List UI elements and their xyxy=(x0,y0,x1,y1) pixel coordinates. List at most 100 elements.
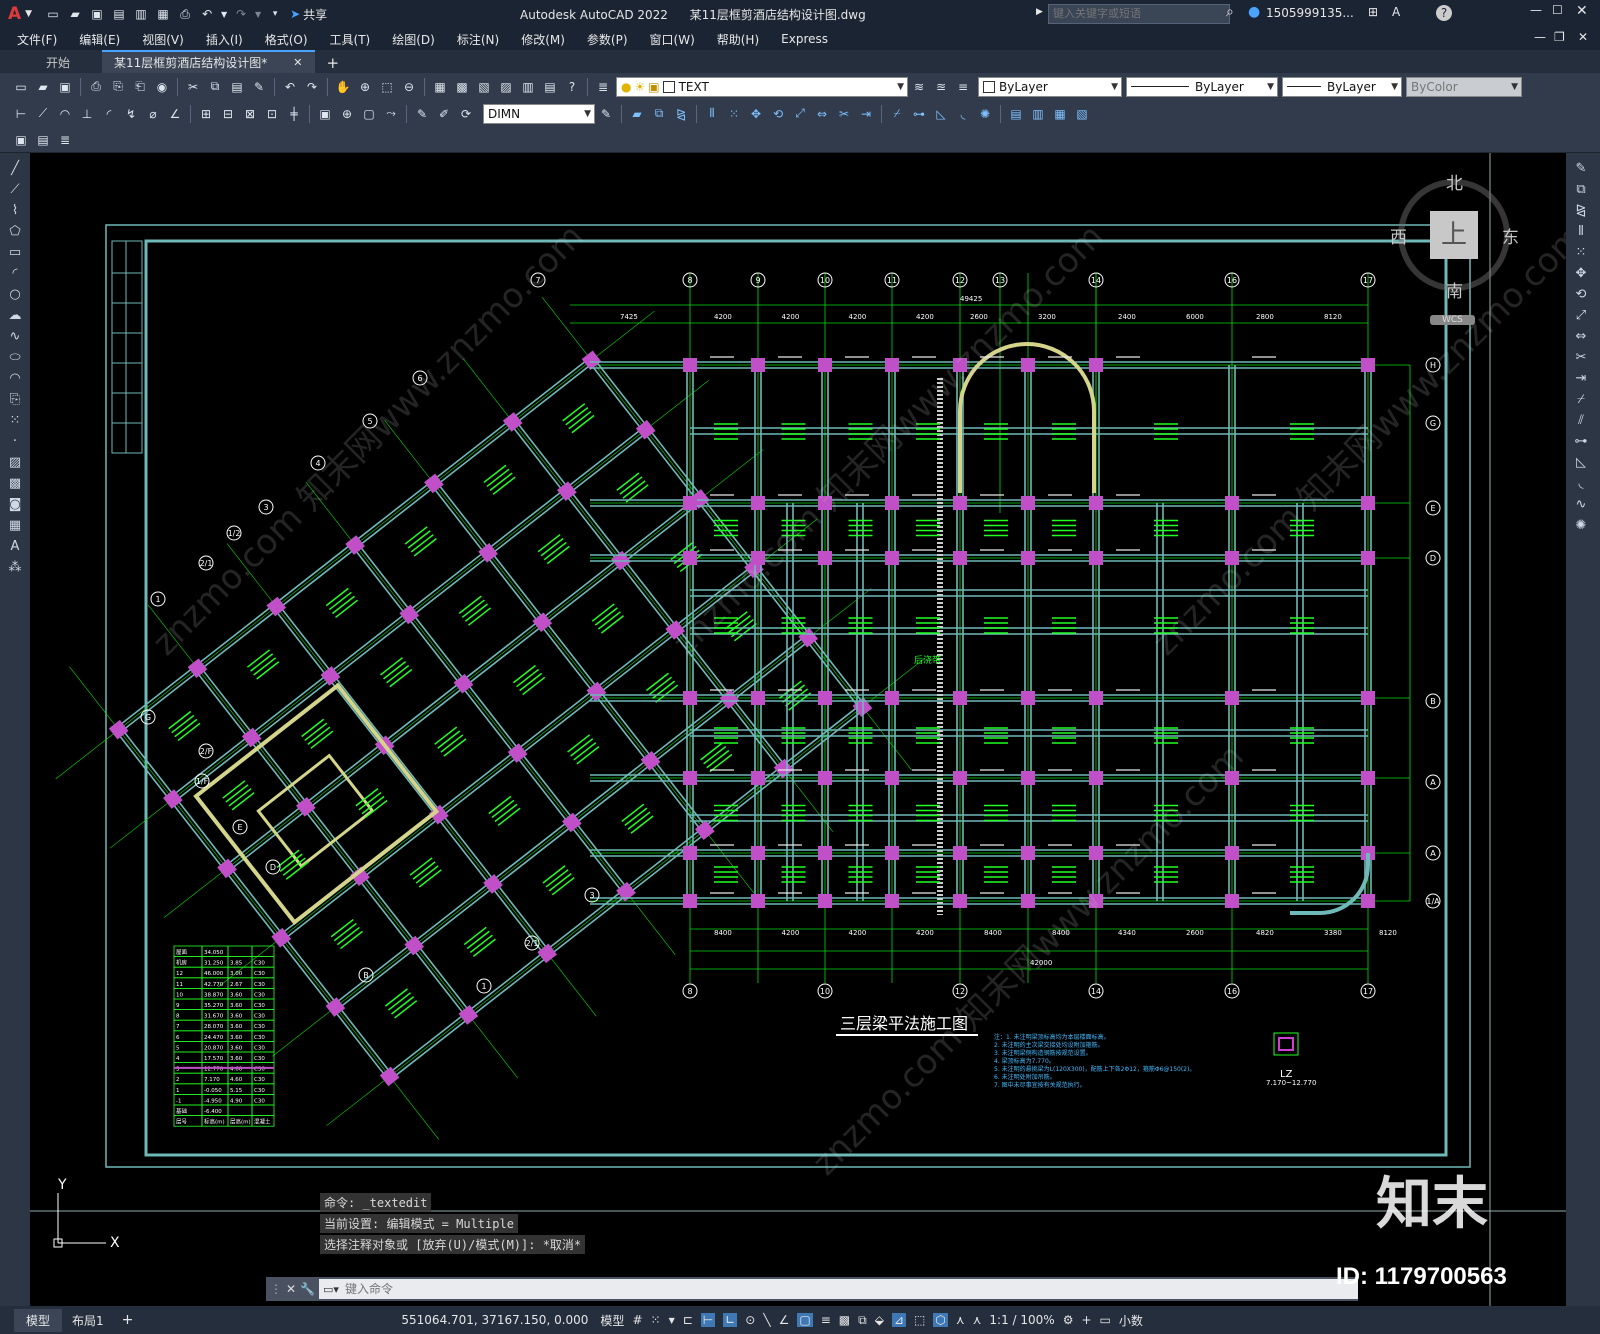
color-dropdown[interactable]: ByLayer ▼ xyxy=(978,76,1122,97)
scale-icon[interactable]: ⤢ xyxy=(790,104,810,124)
wcs-menu[interactable]: WCS xyxy=(1430,315,1475,325)
insert-block-icon[interactable]: ⎘ xyxy=(2,389,28,409)
dim-baseline-icon[interactable]: ⊟ xyxy=(218,104,238,124)
stretch-icon[interactable]: ⇔ xyxy=(812,104,832,124)
array-icon[interactable]: ⁙ xyxy=(1568,242,1594,262)
menu-draw[interactable]: 绘图(D) xyxy=(392,31,435,48)
viewcube[interactable]: 上 xyxy=(1398,179,1510,291)
search-icon[interactable]: ⌕ xyxy=(1226,4,1234,20)
gradient-icon[interactable]: ▩ xyxy=(2,473,28,493)
viewcube-top-face[interactable]: 上 xyxy=(1430,211,1478,259)
selection-filter-icon[interactable]: ⬚ xyxy=(914,1313,925,1327)
layer-dropdown[interactable]: ● ☀ ▣ TEXT ▼ xyxy=(616,76,908,97)
break-icon[interactable]: ⌿ xyxy=(887,104,907,124)
extend-icon[interactable]: ⇥ xyxy=(856,104,876,124)
hatch-icon[interactable]: ▨ xyxy=(2,452,28,472)
add-layout-button[interactable]: + xyxy=(114,1312,142,1328)
tolerance-icon[interactable]: ▣ xyxy=(315,104,335,124)
mtext-icon[interactable]: A xyxy=(2,536,28,556)
transparency-icon[interactable]: ▩ xyxy=(839,1313,850,1327)
rectangle-icon[interactable]: ▭ xyxy=(2,242,28,262)
offset-icon[interactable]: ⫴ xyxy=(1568,221,1594,241)
fillet-icon[interactable]: ◟ xyxy=(1568,473,1594,493)
copy-object-icon[interactable]: ⧉ xyxy=(649,104,669,124)
dim-diameter-icon[interactable]: ⌀ xyxy=(143,104,163,124)
minimize-icon[interactable]: — xyxy=(1530,3,1542,17)
undo-icon[interactable]: ↶ xyxy=(197,4,217,24)
open-icon[interactable]: ▰ xyxy=(33,77,53,97)
make-current-layer-icon[interactable]: ≋ xyxy=(909,77,929,97)
rotate-icon[interactable]: ⟲ xyxy=(768,104,788,124)
design-center-icon[interactable]: ▩ xyxy=(452,77,472,97)
gizmo-icon[interactable]: ⬡ xyxy=(933,1313,948,1327)
save-icon[interactable]: ▣ xyxy=(87,4,107,24)
undo-chevron-icon[interactable]: ▼ xyxy=(219,4,229,24)
calculator-icon[interactable]: ▤ xyxy=(540,77,560,97)
erase-icon[interactable]: ▰ xyxy=(627,104,647,124)
block-insert-icon[interactable]: ▤ xyxy=(33,130,53,150)
layer-previous-icon[interactable]: ≊ xyxy=(931,77,951,97)
dim-linear-icon[interactable]: ⊢ xyxy=(11,104,31,124)
tab-model[interactable]: 模型 xyxy=(14,1308,63,1332)
user-icon[interactable]: ● xyxy=(1248,4,1260,20)
new-tab-button[interactable]: + xyxy=(315,52,352,73)
revcloud-icon[interactable]: ☁ xyxy=(2,305,28,325)
block-editor-icon[interactable]: ▣ xyxy=(11,130,31,150)
cursor-coordinates[interactable]: 551064.701, 37167.150, 0.000 xyxy=(401,1313,588,1327)
qat-customize-icon[interactable]: ▾ xyxy=(265,4,285,24)
close-icon[interactable]: ✕ xyxy=(1576,3,1588,19)
menu-parametric[interactable]: 参数(P) xyxy=(587,31,628,48)
lineweight-icon[interactable]: ≡ xyxy=(821,1313,831,1327)
3d-print-icon[interactable]: ◉ xyxy=(152,77,172,97)
spline-icon[interactable]: ∿ xyxy=(2,326,28,346)
workspace-gear-icon[interactable]: ⚙ xyxy=(1063,1313,1074,1327)
blend-icon[interactable]: ∿ xyxy=(1568,494,1594,514)
dim-text-edit-icon[interactable]: ✐ xyxy=(434,104,454,124)
snap-chevron-icon[interactable]: ▼ xyxy=(669,1316,675,1325)
array-icon[interactable]: ⁙ xyxy=(724,104,744,124)
command-recent-icon[interactable]: ▭▾ xyxy=(323,1283,339,1296)
isodraft-icon[interactable]: ╲ xyxy=(763,1313,770,1327)
annotation-scale[interactable]: 1:1 / 100% xyxy=(989,1313,1054,1327)
snap-icon[interactable]: ⁙ xyxy=(651,1313,661,1327)
viewcube-east[interactable]: 东 xyxy=(1502,223,1519,248)
copy-icon[interactable]: ⧉ xyxy=(1568,179,1594,199)
infer-constraints-icon[interactable]: ⊏ xyxy=(683,1313,693,1327)
menu-help[interactable]: 帮助(H) xyxy=(717,31,759,48)
trim-icon[interactable]: ✂ xyxy=(1568,347,1594,367)
rotate-icon[interactable]: ⟲ xyxy=(1568,284,1594,304)
publish-icon[interactable]: ⎗ xyxy=(130,77,150,97)
bring-front-icon[interactable]: ▥ xyxy=(1028,104,1048,124)
lineweight-dropdown[interactable]: ByLayer ▼ xyxy=(1282,76,1402,97)
inspect-icon[interactable]: ▢ xyxy=(359,104,379,124)
menu-edit[interactable]: 编辑(E) xyxy=(79,31,120,48)
help-icon[interactable]: ? xyxy=(562,77,582,97)
new-file-icon[interactable]: ▭ xyxy=(43,4,63,24)
print-preview-icon[interactable]: ⎘ xyxy=(108,77,128,97)
menu-file[interactable]: 文件(F) xyxy=(17,31,57,48)
dim-aligned-icon[interactable]: ⟋ xyxy=(33,104,53,124)
chamfer-icon[interactable]: ◺ xyxy=(1568,452,1594,472)
dim-space-icon[interactable]: ⊡ xyxy=(262,104,282,124)
a360-icon[interactable]: A xyxy=(1392,5,1400,19)
match-properties-icon[interactable]: ✎ xyxy=(249,77,269,97)
circle-icon[interactable]: ○ xyxy=(2,284,28,304)
join-icon[interactable]: ⊶ xyxy=(909,104,929,124)
paste-icon[interactable]: ▤ xyxy=(227,77,247,97)
trim-icon[interactable]: ✂ xyxy=(834,104,854,124)
annotation-visibility-icon[interactable]: ⋏ xyxy=(956,1313,965,1327)
doc-close-icon[interactable]: ✕ xyxy=(1578,30,1588,44)
plotstyle-dropdown[interactable]: ByColor ▼ xyxy=(1406,76,1522,97)
auto-scale-icon[interactable]: ⋏ xyxy=(973,1313,982,1327)
tab-close-icon[interactable]: ✕ xyxy=(293,56,302,69)
search-input[interactable] xyxy=(1048,4,1230,24)
tool-palettes-icon[interactable]: ▧ xyxy=(474,77,494,97)
dim-radius-icon[interactable]: ◜ xyxy=(99,104,119,124)
tab-layout1[interactable]: 布局1 xyxy=(62,1309,114,1332)
dimstyle-manager-icon[interactable]: ✎ xyxy=(596,104,616,124)
osnap-tracking-icon[interactable]: ∠ xyxy=(779,1313,790,1327)
zoom-previous-icon[interactable]: ⊖ xyxy=(399,77,419,97)
mirror-icon[interactable]: ⧎ xyxy=(671,104,691,124)
table-icon[interactable]: ▦ xyxy=(2,515,28,535)
layer-manager-icon[interactable]: ≣ xyxy=(593,77,613,97)
